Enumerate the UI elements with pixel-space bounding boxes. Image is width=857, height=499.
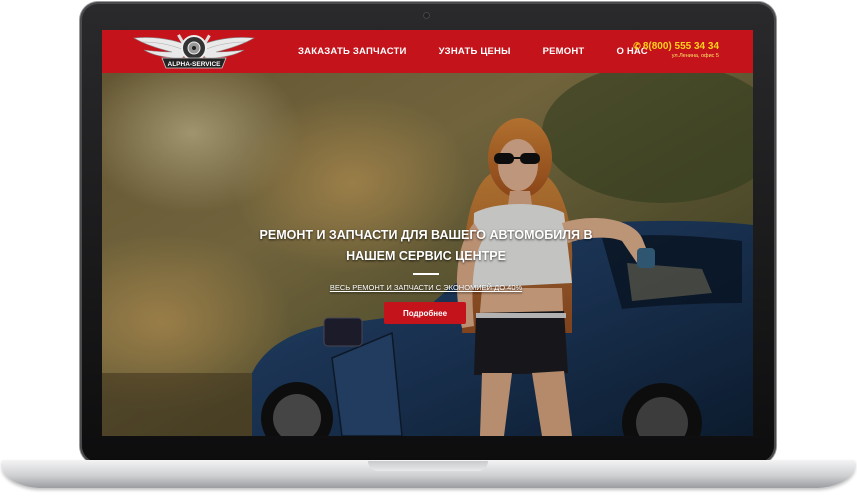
contact-block: ✆ 8(800) 555 34 34 ул.Ленина, офис 5 bbox=[633, 41, 719, 59]
logo[interactable]: ALPHA-SERVICE bbox=[132, 32, 256, 72]
logo-text: ALPHA-SERVICE bbox=[168, 61, 222, 68]
phone-number: 8(800) 555 34 34 bbox=[642, 41, 719, 52]
laptop-notch bbox=[368, 461, 488, 471]
phone-icon: ✆ bbox=[633, 41, 641, 51]
hero-title: РЕМОНТ И ЗАПЧАСТИ ДЛЯ ВАШЕГО АВТОМОБИЛЯ … bbox=[259, 228, 593, 263]
hero-subtitle-link[interactable]: ВЕСЬ РЕМОНТ И ЗАПЧАСТИ С ЭКОНОМИЕЙ ДО 40… bbox=[276, 283, 576, 292]
more-details-button[interactable]: Подробнее bbox=[384, 302, 466, 324]
hero-section: РЕМОНТ И ЗАПЧАСТИ ДЛЯ ВАШЕГО АВТОМОБИЛЯ … bbox=[102, 73, 753, 436]
phone-link[interactable]: ✆ 8(800) 555 34 34 bbox=[633, 41, 719, 52]
hero-divider bbox=[413, 273, 439, 275]
address: ул.Ленина, офис 5 bbox=[671, 53, 719, 59]
nav-order-parts[interactable]: ЗАКАЗАТЬ ЗАПЧАСТИ bbox=[298, 46, 407, 57]
laptop-screen: ALPHA-SERVICE ЗАКАЗАТЬ ЗАПЧАСТИ УЗНАТЬ Ц… bbox=[102, 30, 753, 436]
nav-prices[interactable]: УЗНАТЬ ЦЕНЫ bbox=[439, 46, 511, 57]
camera-icon bbox=[423, 12, 430, 19]
site-header: ALPHA-SERVICE ЗАКАЗАТЬ ЗАПЧАСТИ УЗНАТЬ Ц… bbox=[102, 30, 753, 73]
nav-repair[interactable]: РЕМОНТ bbox=[543, 46, 585, 57]
main-nav: ЗАКАЗАТЬ ЗАПЧАСТИ УЗНАТЬ ЦЕНЫ РЕМОНТ О Н… bbox=[298, 30, 680, 73]
